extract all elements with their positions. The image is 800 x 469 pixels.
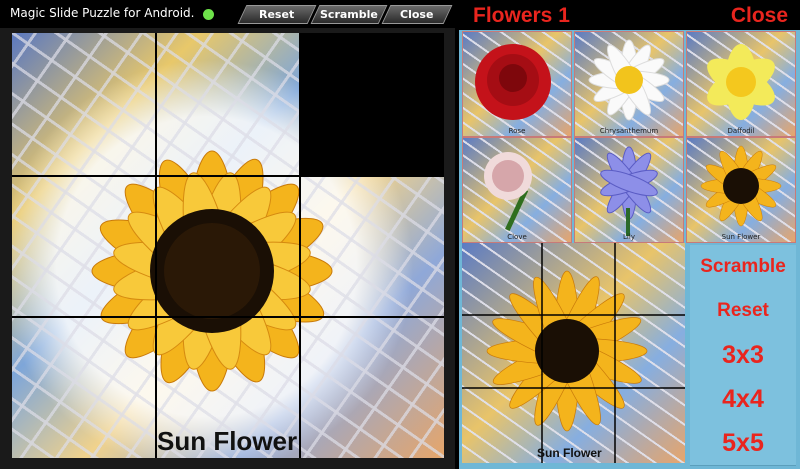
reset-button[interactable]: Reset (237, 5, 317, 24)
thumbnail-sunflower[interactable]: Sun Flower (686, 137, 796, 243)
grid-line (12, 175, 444, 177)
preview-puzzle: Sun Flower (462, 243, 685, 463)
grid-line (299, 33, 301, 458)
panel-reset-button[interactable]: Reset (690, 289, 796, 334)
puzzle-caption: Sun Flower (157, 426, 298, 456)
clove-icon (484, 152, 532, 232)
scramble-button-label: Scramble (320, 8, 378, 21)
thumbnail-label: Lily (623, 233, 635, 241)
daffodil-icon (707, 44, 775, 120)
thumbnail-label: Sun Flower (721, 233, 761, 241)
puzzle-board[interactable]: Sun Flower (12, 33, 444, 458)
empty-tile (300, 33, 444, 175)
scramble-button[interactable]: Scramble (310, 5, 388, 24)
grid-line (155, 33, 157, 458)
reset-button-label: Reset (259, 8, 295, 21)
grid-line (12, 316, 444, 318)
title-bar: Magic Slide Puzzle for Android. Reset Sc… (0, 0, 455, 28)
status-indicator-icon (203, 9, 214, 20)
size-5x5-button[interactable]: 5x5 (690, 421, 796, 466)
picture-selector-panel: Flowers 1 Close Rose Chrysanthemum Daffo… (459, 0, 800, 469)
close-button[interactable]: Close (381, 5, 453, 24)
thumbnail-daffodil[interactable]: Daffodil (686, 31, 796, 137)
thumbnail-label: Clove (507, 233, 527, 241)
chrysanthemum-icon (588, 39, 670, 121)
thumbnail-clove[interactable]: Clove (462, 137, 572, 243)
set-title: Flowers 1 (473, 4, 570, 27)
thumbnail-lily[interactable]: Lily (574, 137, 684, 243)
lily-icon (600, 146, 658, 236)
panel-header: Flowers 1 Close (459, 0, 800, 30)
sunflower-preview-image (462, 243, 685, 463)
thumbnail-rose[interactable]: Rose (462, 31, 572, 137)
thumbnail-label: Daffodil (727, 127, 755, 135)
panel-close-button[interactable]: Close (731, 4, 788, 28)
thumbnail-label: Rose (508, 127, 526, 135)
size-4x4-button[interactable]: 4x4 (690, 377, 796, 422)
thumbnail-label: Chrysanthemum (599, 127, 659, 135)
preview-caption: Sun Flower (537, 446, 602, 460)
sunflower-icon (700, 145, 782, 227)
app-title: Magic Slide Puzzle for Android. (10, 6, 195, 20)
thumbnail-chrysanthemum[interactable]: Chrysanthemum (574, 31, 684, 137)
puzzle-window: Magic Slide Puzzle for Android. Reset Sc… (0, 0, 455, 469)
rose-icon (475, 44, 551, 120)
panel-scramble-button[interactable]: Scramble (690, 245, 796, 290)
size-3x3-button[interactable]: 3x3 (690, 333, 796, 378)
close-button-label: Close (400, 8, 434, 21)
